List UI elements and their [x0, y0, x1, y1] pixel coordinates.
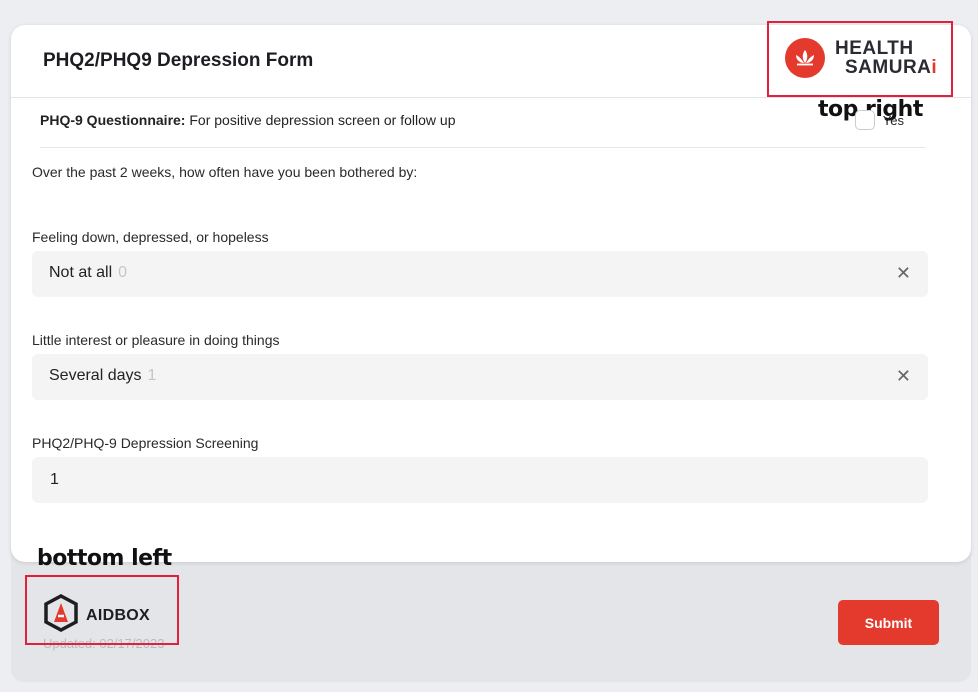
aidbox-wordmark: AIDBOX — [86, 606, 151, 624]
yes-checkbox-label: Yes — [882, 112, 904, 128]
intro-text: Over the past 2 weeks, how often have yo… — [32, 164, 418, 180]
brand-annotation-box: HEALTH SAMURAi — [767, 21, 953, 97]
health-samurai-logo: HEALTH SAMURAi — [785, 38, 937, 78]
phq9-questionnaire-row: PHQ-9 Questionnaire: For positive depres… — [40, 110, 926, 148]
close-icon[interactable]: ✕ — [896, 366, 911, 387]
yes-checkbox-wrap[interactable]: Yes — [854, 110, 904, 130]
question-2-label: Little interest or pleasure in doing thi… — [32, 332, 280, 348]
aidbox-logo: AIDBOX — [43, 594, 150, 637]
brand-line-1: HEALTH — [835, 38, 914, 59]
submit-button[interactable]: Submit — [838, 600, 939, 645]
page: PHQ2/PHQ9 Depression Form HEALTH SAMURAi — [0, 0, 978, 692]
question-1-value: Not at all 0 — [49, 264, 128, 281]
aidbox-hexagon-icon — [43, 594, 79, 637]
question-2-value: Several days 1 — [49, 367, 157, 384]
page-title: PHQ2/PHQ9 Depression Form — [43, 50, 314, 71]
screening-score-value: 1 — [50, 471, 59, 488]
screening-score-field[interactable]: 1 — [32, 457, 928, 503]
aidbox-annotation-box: AIDBOX — [25, 575, 179, 645]
screening-label: PHQ2/PHQ-9 Depression Screening — [32, 435, 259, 451]
brand-line-2: SAMURAi — [845, 57, 938, 78]
yes-checkbox[interactable] — [854, 110, 875, 130]
card-header: PHQ2/PHQ9 Depression Form HEALTH SAMURAi — [11, 21, 971, 98]
annotation-bottom-left: bottom left — [37, 546, 172, 571]
lotus-icon — [785, 38, 825, 78]
question-1-select[interactable]: Not at all 0 ✕ — [32, 251, 928, 297]
questionnaire-label: PHQ-9 Questionnaire: For positive depres… — [40, 112, 456, 128]
close-icon[interactable]: ✕ — [896, 263, 911, 284]
question-1-label: Feeling down, depressed, or hopeless — [32, 229, 269, 245]
question-2-select[interactable]: Several days 1 ✕ — [32, 354, 928, 400]
brand-wordmark: HEALTH SAMURAi — [835, 39, 937, 77]
